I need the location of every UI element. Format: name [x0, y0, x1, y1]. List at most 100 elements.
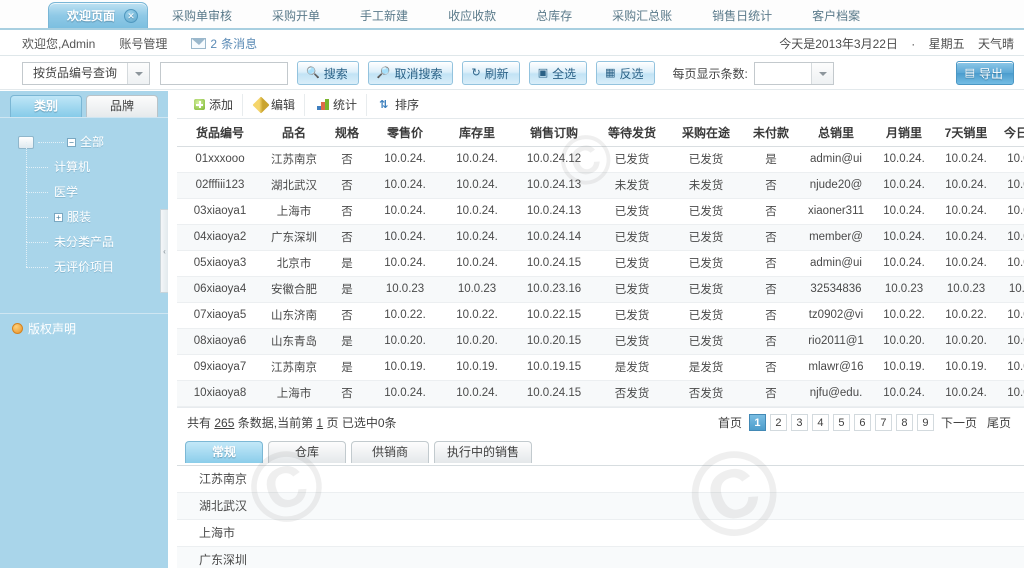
toolbar-sort-button[interactable]: ⇅ 排序	[370, 94, 428, 116]
pager-page-6[interactable]: 6	[853, 413, 871, 431]
chevron-down-icon[interactable]	[810, 62, 833, 84]
cancel-search-button[interactable]: 🔎 取消搜索	[367, 61, 454, 85]
table-cell: 否	[743, 172, 799, 199]
column-header[interactable]: 月销里	[873, 119, 935, 147]
column-header[interactable]: 库存里	[441, 119, 513, 147]
bottom-tab-0[interactable]: 常规	[185, 440, 263, 463]
toolbar-plus-button[interactable]: 添加	[185, 93, 244, 116]
window-tab-0[interactable]: 欢迎页面 ✕	[48, 2, 149, 28]
window-tab-3[interactable]: 手工新建	[344, 4, 424, 28]
column-header[interactable]: 零售价	[369, 119, 441, 147]
window-tab-7[interactable]: 销售日统计	[696, 4, 788, 28]
window-tab-6[interactable]: 采购汇总账	[596, 4, 688, 28]
select-all-button[interactable]: ▣ 全选	[528, 61, 588, 85]
pager-page-9[interactable]: 9	[916, 413, 934, 431]
column-header[interactable]: 货品编号	[177, 119, 263, 147]
table-row[interactable]: 04xiaoya2 广东深圳否 10.0.24. 10.0.24. 10.0.24.14…	[177, 224, 1024, 251]
welcome-user-label: 欢迎您,Admin	[22, 37, 96, 51]
window-tab-4[interactable]: 收应收款	[432, 4, 512, 28]
pager-page-8[interactable]: 8	[895, 413, 913, 431]
tree-node-label: 计算机	[54, 160, 91, 174]
pager-page-5[interactable]: 5	[832, 413, 850, 431]
account-management-link[interactable]: 账号管理	[119, 35, 167, 52]
search-button[interactable]: 🔍 搜索	[297, 61, 359, 85]
pager-first-page[interactable]: 首页	[715, 414, 745, 431]
tree-node-4[interactable]: 无评价项目	[18, 242, 168, 280]
table-row[interactable]: 07xiaoya5 山东济南否 10.0.22. 10.0.22. 10.0.22.15…	[177, 302, 1024, 329]
table-cell: 10.0.24.	[935, 146, 997, 173]
window-tab-2[interactable]: 采购开单	[256, 4, 336, 28]
table-cell: 已发货	[669, 250, 743, 277]
copyright-link[interactable]: 版权声明	[0, 313, 168, 343]
tree-node-2[interactable]: + 服装	[18, 192, 168, 230]
pager-page-4[interactable]: 4	[811, 413, 829, 431]
table-cell: 北京市	[263, 250, 325, 277]
toolbar-button-label: 添加	[209, 98, 234, 112]
table-row[interactable]: 10xiaoya8 上海市否 10.0.24. 10.0.24. 10.0.24.15 否…	[177, 380, 1024, 407]
search-field-select[interactable]: 按货品编号查询	[22, 61, 151, 85]
table-row[interactable]: 05xiaoya3 北京市是 10.0.24. 10.0.24. 10.0.24.15 已…	[177, 250, 1024, 277]
pencil-icon	[252, 96, 270, 113]
column-header[interactable]: 等待发货	[595, 119, 669, 147]
column-header[interactable]: 销售订购	[513, 119, 595, 147]
table-cell: 10.0.24.	[935, 250, 997, 277]
column-header[interactable]: 今日销里	[997, 119, 1024, 147]
table-cell: 10.0.24.	[441, 198, 513, 225]
close-icon[interactable]: ✕	[124, 9, 139, 23]
column-header[interactable]: 规格	[325, 119, 369, 147]
table-row[interactable]: 09xiaoya7 江苏南京是 10.0.19. 10.0.19. 10.0.19.15…	[177, 354, 1024, 381]
window-tab-label: 欢迎页面	[67, 9, 116, 23]
per-page-select[interactable]	[753, 61, 834, 85]
tree-node-1[interactable]: 医学	[18, 167, 168, 205]
bottom-tab-3[interactable]: 执行中的销售	[434, 440, 533, 463]
tree-node-label: 未分类产品	[54, 235, 115, 249]
toolbar-bar-chart-button[interactable]: 统计	[308, 93, 368, 116]
window-tab-5[interactable]: 总库存	[520, 4, 588, 28]
refresh-button[interactable]: ↻ 刷新	[462, 61, 520, 85]
tree-toggle-icon[interactable]: +	[54, 213, 63, 222]
table-cell: 10.0.24.	[873, 146, 935, 173]
table-cell: njfu@edu.	[799, 380, 873, 407]
weekday: 星期五	[928, 37, 965, 51]
tree-toggle-icon[interactable]: −	[67, 138, 76, 147]
pager-next-page[interactable]: 下一页	[938, 414, 980, 431]
tree-node-0[interactable]: 计算机	[18, 142, 168, 180]
column-header[interactable]: 7天销里	[935, 119, 997, 147]
table-row[interactable]: 01xxxooo 江苏南京否 10.0.24. 10.0.24. 10.0.24.12 已…	[177, 146, 1024, 173]
column-header[interactable]: 总销里	[799, 119, 873, 147]
table-cell: 10.0.23.16	[513, 276, 595, 303]
bottom-list-item[interactable]: 广东深圳	[177, 546, 1024, 568]
pager-page-2[interactable]: 2	[769, 413, 787, 431]
invert-select-button[interactable]: ▦ 反选	[596, 61, 655, 85]
table-row[interactable]: 06xiaoya4 安徽合肥是 10.0.23 10.0.23 10.0.23.16 已发…	[177, 276, 1024, 303]
bottom-list-item[interactable]: 江苏南京	[177, 466, 1024, 493]
column-header[interactable]: 采购在途	[669, 119, 743, 147]
table-cell: 10.0.20.	[935, 328, 997, 355]
sidebar-tab-0[interactable]: 类别	[10, 95, 82, 117]
messages-link[interactable]: 2 条消息	[191, 35, 257, 52]
search-input[interactable]	[160, 61, 289, 85]
window-tab-1[interactable]: 采购单审核	[156, 4, 248, 28]
column-header[interactable]: 未付款	[743, 119, 799, 147]
bottom-list-item[interactable]: 上海市	[177, 520, 1024, 547]
bottom-tab-1[interactable]: 仓库	[268, 440, 346, 463]
pager-page-1[interactable]: 1	[748, 413, 766, 431]
tree-node-3[interactable]: 未分类产品	[18, 217, 168, 255]
table-row[interactable]: 08xiaoya6 山东青岛是 10.0.20. 10.0.20. 10.0.20.15…	[177, 328, 1024, 355]
toolbar-pencil-button[interactable]: 编辑	[246, 93, 306, 116]
pager-page-3[interactable]: 3	[790, 413, 808, 431]
window-tab-8[interactable]: 客户档案	[796, 4, 876, 28]
table-row[interactable]: 02fffiii123 湖北武汉否 10.0.24. 10.0.24. 10.0.24.…	[177, 172, 1024, 199]
pager-page-7[interactable]: 7	[874, 413, 892, 431]
pager-last-page[interactable]: 尾页	[984, 414, 1014, 431]
table-row[interactable]: 03xiaoya1 上海市否 10.0.24. 10.0.24. 10.0.24.13 已…	[177, 198, 1024, 225]
bottom-tab-2[interactable]: 供销商	[351, 440, 429, 463]
bottom-list-item[interactable]: 湖北武汉	[177, 492, 1024, 520]
chevron-down-icon[interactable]	[127, 62, 150, 84]
sidebar-collapse-handle[interactable]: ‹	[160, 209, 168, 293]
goods-table-body: 01xxxooo 江苏南京否 10.0.24. 10.0.24. 10.0.24.12 已…	[177, 146, 1024, 407]
export-button[interactable]: ▤ 导出	[955, 61, 1014, 85]
column-header[interactable]: 品名	[263, 119, 325, 147]
sidebar-tab-1[interactable]: 品牌	[86, 95, 158, 117]
tree-node-root[interactable]: − 全部	[18, 130, 168, 155]
